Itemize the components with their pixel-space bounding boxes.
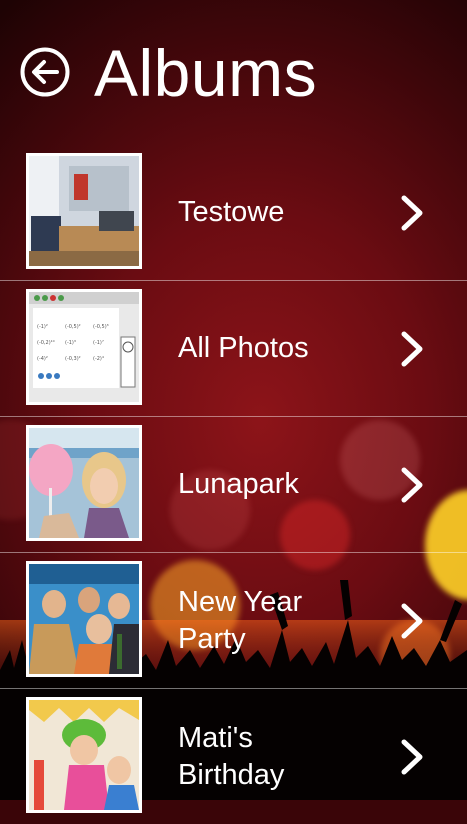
svg-text:(-1)⁷: (-1)⁷ <box>93 340 104 346</box>
album-row-matis-birthday[interactable]: Mati's Birthday <box>0 689 467 824</box>
album-row-lunapark[interactable]: Lunapark <box>0 417 467 553</box>
page-title: Albums <box>94 36 318 110</box>
svg-text:(-0,5)²: (-0,5)² <box>65 324 81 330</box>
back-button[interactable] <box>20 47 70 97</box>
header: Albums <box>0 0 467 150</box>
album-name: All Photos <box>178 332 309 364</box>
photo-thumbnail-icon: (-1)² (-0,5)² (-0,5)³ (-0,2)¹⁰ (-1)³ (-1)⁷ (… <box>26 289 142 405</box>
svg-text:(-1)²: (-1)² <box>37 324 48 330</box>
chevron-right-icon <box>401 603 423 639</box>
album-row-all-photos[interactable]: (-1)² (-0,5)² (-0,5)³ (-0,2)¹⁰ (-1)³ (-1)⁷ (… <box>0 281 467 417</box>
svg-text:(-0,5)³: (-0,5)³ <box>93 324 109 330</box>
svg-text:(-4)²: (-4)² <box>37 356 48 362</box>
svg-text:(-1)³: (-1)³ <box>65 340 76 346</box>
album-name: Lunapark <box>178 468 299 500</box>
photo-thumbnail-icon <box>26 425 142 541</box>
album-row-new-year-party[interactable]: New Year Party <box>0 553 467 689</box>
back-arrow-circle-icon <box>20 47 70 97</box>
svg-text:(-2)⁴: (-2)⁴ <box>93 356 104 362</box>
photo-thumbnail-icon <box>26 561 142 677</box>
album-row-testowe[interactable]: Testowe <box>0 145 467 281</box>
chevron-right-icon <box>401 739 423 775</box>
album-name: Testowe <box>178 196 285 228</box>
photo-thumbnail-icon <box>26 697 142 813</box>
chevron-right-icon <box>401 331 423 367</box>
svg-text:(-0,3)²: (-0,3)² <box>65 356 81 362</box>
photo-thumbnail-icon <box>26 153 142 269</box>
album-name: Mati's Birthday <box>178 721 285 791</box>
svg-text:(-0,2)¹⁰: (-0,2)¹⁰ <box>37 340 55 346</box>
album-name: New Year Party <box>178 585 303 655</box>
album-list: Testowe (-1)² (-0,5)² (-0,5)³ (-0,2)¹⁰ (-1)… <box>0 145 467 824</box>
chevron-right-icon <box>401 195 423 231</box>
chevron-right-icon <box>401 467 423 503</box>
